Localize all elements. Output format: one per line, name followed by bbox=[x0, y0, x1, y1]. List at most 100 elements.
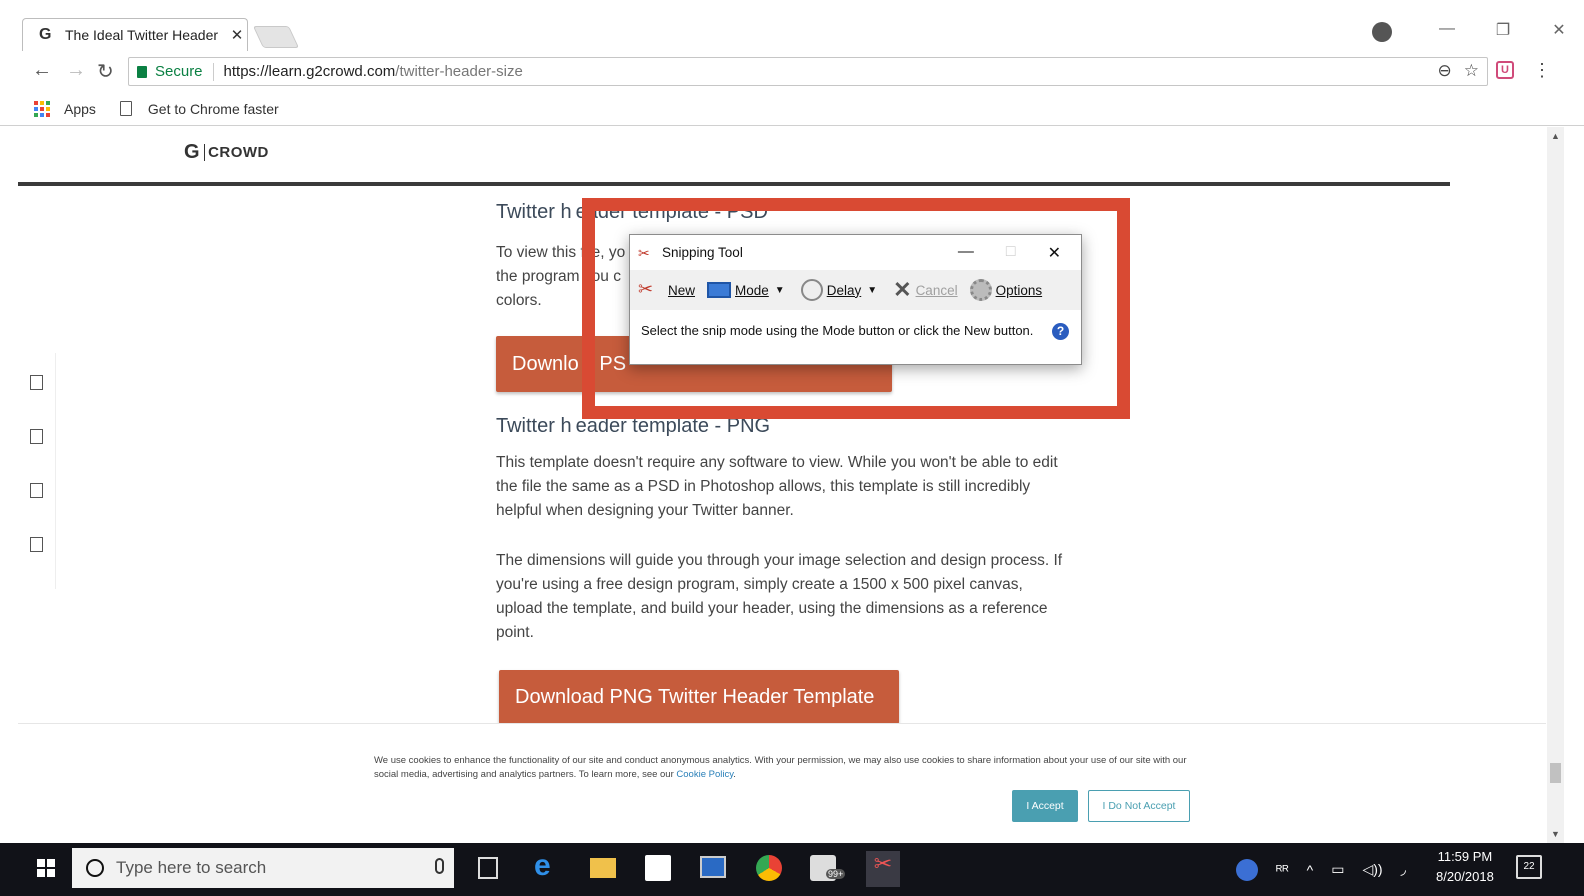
url-host: https://learn.g2crowd.com bbox=[223, 63, 396, 80]
share-rail bbox=[18, 353, 56, 589]
help-icon[interactable]: ? bbox=[1052, 323, 1069, 340]
psd-para-line: colors. bbox=[496, 292, 542, 309]
help-tray-icon[interactable] bbox=[1236, 858, 1258, 881]
microphone-icon[interactable] bbox=[435, 858, 444, 874]
png-paragraph-2: The dimensions will guide you through yo… bbox=[496, 552, 1063, 641]
snip-mode-button[interactable]: Mode ▼ bbox=[703, 282, 793, 298]
accept-cookies-button[interactable]: I Accept bbox=[1012, 790, 1078, 822]
png-paragraph-1: This template doesn't require any softwa… bbox=[496, 454, 1058, 519]
share-checkbox[interactable] bbox=[30, 483, 43, 498]
snip-delay-label: Delay bbox=[826, 282, 862, 298]
logo-text: CROWD bbox=[204, 144, 269, 161]
menu-dots-icon[interactable]: ⋮ bbox=[1533, 60, 1551, 81]
bookmark-get-chrome[interactable]: Get to Chrome faster bbox=[148, 101, 279, 117]
delay-dropdown-icon[interactable]: ▼ bbox=[867, 285, 877, 296]
taskbar-search-placeholder: Type here to search bbox=[116, 858, 267, 877]
omnibox-actions: ⊖ ☆ bbox=[1438, 61, 1480, 81]
outlook-icon[interactable]: 99+ bbox=[810, 855, 846, 881]
snip-mode-label: Mode bbox=[735, 282, 769, 298]
taskbar-clock[interactable]: 11:59 PM 8/20/2018 bbox=[1436, 847, 1494, 887]
reload-icon[interactable]: ↻ bbox=[97, 59, 114, 84]
volume-icon[interactable]: ◁)) bbox=[1362, 861, 1382, 878]
delay-clock-icon bbox=[800, 279, 823, 301]
people-icon[interactable]: ᴿᴿ bbox=[1276, 862, 1289, 878]
new-tab-button[interactable] bbox=[252, 26, 300, 48]
address-bar[interactable]: Secure https://learn.g2crowd.com /twitte… bbox=[128, 57, 1488, 86]
browser-tab[interactable]: G The Ideal Twitter Header ✕ bbox=[22, 18, 248, 51]
taskbar-search[interactable]: Type here to search bbox=[72, 848, 454, 888]
new-snip-icon: ✂ bbox=[638, 279, 654, 299]
decline-cookies-button[interactable]: I Do Not Accept bbox=[1088, 790, 1190, 822]
scissors-icon: ✂ bbox=[638, 244, 650, 261]
psd-para-line: To view this bbox=[496, 244, 577, 261]
cookie-policy-link[interactable]: Cookie Policy bbox=[676, 769, 733, 780]
outlook-badge: 99+ bbox=[826, 869, 846, 879]
options-gear-icon bbox=[969, 279, 992, 301]
mode-dropdown-icon[interactable]: ▼ bbox=[775, 285, 785, 296]
back-arrow-icon[interactable]: ← bbox=[32, 59, 52, 82]
share-checkbox[interactable] bbox=[30, 537, 43, 552]
apps-grid-icon[interactable] bbox=[34, 100, 50, 117]
tab-close-icon[interactable]: ✕ bbox=[227, 26, 247, 44]
clock-date: 8/20/2018 bbox=[1436, 869, 1494, 884]
file-explorer-icon[interactable] bbox=[590, 858, 616, 878]
share-checkbox[interactable] bbox=[30, 375, 43, 390]
chrome-icon[interactable] bbox=[756, 855, 782, 881]
browser-tabstrip: G The Ideal Twitter Header ✕ — ❐ ✕ bbox=[0, 0, 1584, 57]
star-icon[interactable]: ☆ bbox=[1464, 61, 1479, 81]
system-tray: ᴿᴿ ^ ▭ ◁)) ◞ bbox=[1236, 843, 1406, 896]
snip-new-button[interactable]: ✂ New bbox=[634, 279, 699, 301]
close-window-icon[interactable]: ✕ bbox=[1548, 20, 1570, 40]
share-checkbox[interactable] bbox=[30, 429, 43, 444]
zoom-icon[interactable]: ⊖ bbox=[1438, 61, 1452, 81]
site-logo[interactable]: G CROWD bbox=[184, 141, 269, 164]
psd-button-left: Downlo bbox=[512, 352, 579, 375]
battery-icon[interactable]: ▭ bbox=[1331, 861, 1344, 878]
snip-new-label: New bbox=[668, 282, 696, 298]
snip-titlebar[interactable]: ✂ Snipping Tool — □ ✕ bbox=[630, 235, 1081, 270]
browser-toolbar: ← → ↻ Secure https://learn.g2crowd.com /… bbox=[0, 57, 1584, 87]
header-divider bbox=[18, 182, 1450, 186]
profile-icon[interactable] bbox=[1372, 22, 1392, 42]
snip-options-label: Options bbox=[995, 282, 1043, 298]
g2-logo-icon: G bbox=[184, 141, 201, 163]
store-icon[interactable] bbox=[645, 855, 671, 881]
snip-close-icon[interactable]: ✕ bbox=[1048, 243, 1061, 263]
forward-arrow-icon[interactable]: → bbox=[66, 59, 86, 82]
scroll-thumb[interactable] bbox=[1550, 763, 1561, 783]
snip-status-message: Select the snip mode using the Mode butt… bbox=[641, 323, 1034, 338]
snip-minimize-icon[interactable]: — bbox=[958, 243, 974, 263]
wifi-icon[interactable]: ◞ bbox=[1401, 861, 1406, 878]
windows-start-icon[interactable] bbox=[37, 859, 55, 877]
edge-icon[interactable]: e bbox=[534, 849, 560, 882]
cookie-end: . bbox=[733, 769, 736, 780]
clock-time: 11:59 PM bbox=[1437, 849, 1493, 864]
extension-icon[interactable]: U bbox=[1496, 61, 1514, 79]
cookie-text: We use cookies to enhance the functional… bbox=[374, 754, 1204, 782]
address-separator bbox=[212, 62, 214, 81]
snip-delay-button[interactable]: Delay ▼ bbox=[797, 279, 885, 301]
snip-cancel-button: ✕ Cancel bbox=[889, 277, 961, 303]
notification-center-icon[interactable]: 22 bbox=[1516, 855, 1542, 879]
restore-icon[interactable]: ❐ bbox=[1492, 20, 1514, 40]
cancel-x-icon: ✕ bbox=[893, 277, 912, 302]
remote-desktop-icon[interactable] bbox=[700, 856, 726, 878]
snip-options-button[interactable]: Options bbox=[966, 279, 1047, 301]
snip-window-controls: — □ ✕ bbox=[958, 243, 1081, 263]
download-png-button[interactable]: Download PNG Twitter Header Template bbox=[499, 670, 899, 724]
bookmarks-bar: Apps Get to Chrome faster bbox=[0, 92, 1584, 126]
scroll-up-icon[interactable]: ▲ bbox=[1551, 131, 1560, 141]
psd-heading-left: Twitter h bbox=[496, 201, 572, 223]
cortana-icon bbox=[86, 859, 104, 877]
bookmark-apps[interactable]: Apps bbox=[64, 101, 96, 117]
chevron-up-icon[interactable]: ^ bbox=[1307, 862, 1314, 878]
page-icon bbox=[119, 101, 132, 116]
minimize-icon[interactable]: — bbox=[1436, 20, 1458, 40]
snipping-tool-window: ✂ Snipping Tool — □ ✕ ✂ New Mode ▼ Delay… bbox=[629, 234, 1082, 365]
scroll-down-icon[interactable]: ▼ bbox=[1551, 829, 1560, 839]
snipping-tool-taskbar-icon[interactable]: ✂ bbox=[866, 851, 900, 887]
cookie-banner: We use cookies to enhance the functional… bbox=[18, 723, 1546, 843]
task-view-icon[interactable] bbox=[478, 857, 498, 879]
secure-label: Secure bbox=[155, 63, 203, 80]
page-scrollbar[interactable]: ▲ ▼ bbox=[1547, 127, 1564, 843]
